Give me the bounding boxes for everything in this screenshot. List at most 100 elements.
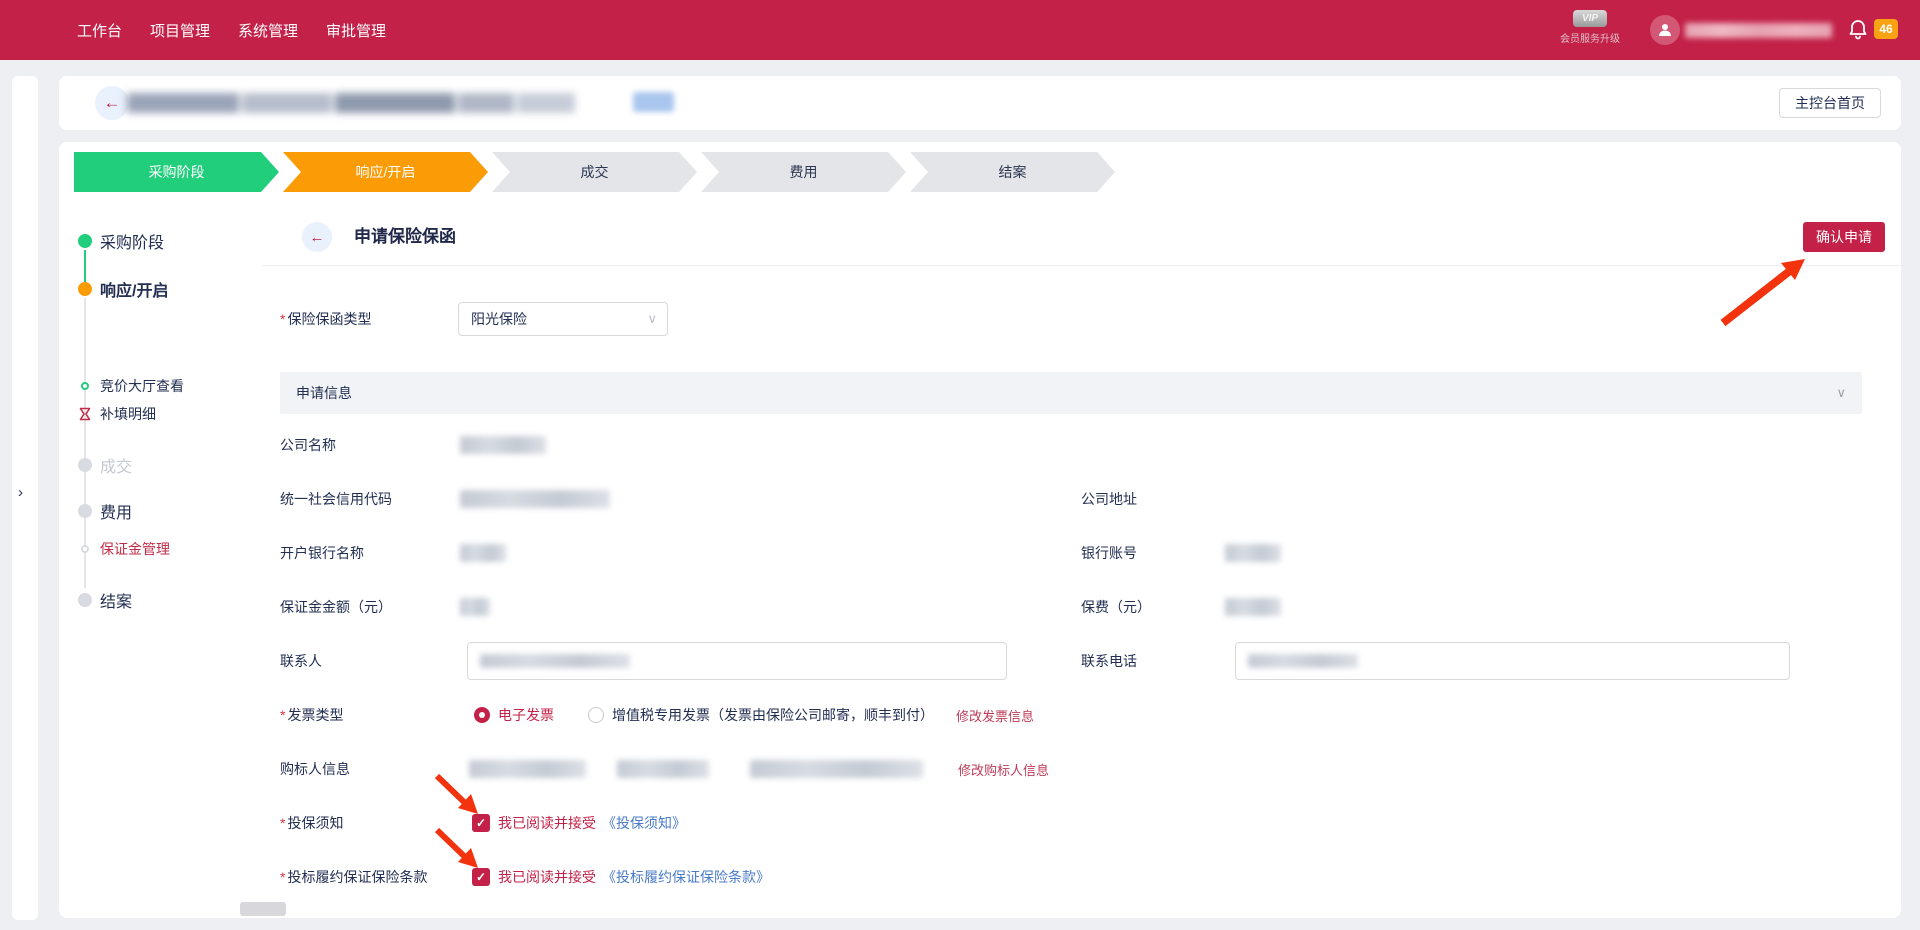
notice-link[interactable]: 《投保须知》 (602, 813, 686, 833)
sidebar-item-closure[interactable]: 结案 (59, 586, 262, 614)
sidebar-item-label: 成交 (100, 453, 132, 477)
content-card: 采购阶段 响应/开启 成交 费用 结案 采购阶段 响应/开启 竞价大厅查看 补填… (59, 142, 1901, 918)
check-icon: ✓ (476, 870, 486, 884)
contact-label: 联系人 (280, 634, 460, 688)
nav-item-project-mgmt[interactable]: 项目管理 (150, 20, 210, 41)
sidebar-item-procurement[interactable]: 采购阶段 (59, 227, 262, 255)
page-title: 申请保险保函 (354, 208, 456, 266)
user-avatar[interactable] (1650, 15, 1680, 45)
sidebar-item-fees[interactable]: 费用 (59, 497, 262, 525)
radio-electronic-invoice[interactable] (474, 707, 490, 723)
required-mark: * (280, 869, 285, 885)
premium-label: 保费（元） (1081, 580, 1225, 634)
sidebar-item-label: 竞价大厅查看 (100, 376, 184, 396)
section-header-apply-info[interactable]: 申请信息 ∨ (280, 372, 1862, 414)
contact-value-redacted (480, 654, 630, 668)
credit-code-value-redacted (460, 490, 610, 508)
row-contact: 联系人 联系电话 (262, 634, 1901, 688)
sidebar-item-deal[interactable]: 成交 (59, 451, 262, 479)
row-buyer-info: 购标人信息 修改购标人信息 (262, 742, 1901, 796)
select-value: 阳光保险 (471, 311, 527, 327)
contact-phone-label: 联系电话 (1081, 634, 1225, 688)
invoice-type-label: *发票类型 (280, 688, 460, 742)
hourglass-icon (78, 407, 92, 421)
ring-icon (81, 382, 89, 390)
nav-item-workbench[interactable]: 工作台 (77, 20, 122, 41)
company-name-label: 公司名称 (280, 418, 460, 472)
contact-phone-input[interactable] (1235, 642, 1790, 680)
notice-checkbox[interactable]: ✓ (472, 814, 490, 832)
back-icon[interactable]: ← (95, 86, 129, 120)
user-icon (1657, 22, 1673, 38)
dot-icon (78, 234, 92, 248)
bank-name-label: 开户银行名称 (280, 526, 460, 580)
confirm-apply-button[interactable]: 确认申请 (1803, 222, 1885, 252)
buyer-info-label: 购标人信息 (280, 742, 460, 796)
notification-count-badge: 46 (1874, 19, 1898, 39)
row-credit-code: 统一社会信用代码 公司地址 (262, 472, 1901, 526)
contact-phone-value-redacted (1248, 654, 1358, 668)
step-procurement[interactable]: 采购阶段 (74, 152, 279, 192)
sidebar-item-label: 响应/开启 (100, 277, 168, 301)
contact-input[interactable] (467, 642, 1007, 680)
sidebar-item-label: 费用 (100, 499, 132, 523)
row-insurance-notice: *投保须知 ✓ 我已阅读并接受 《投保须知》 (262, 796, 1901, 850)
nav-menu: 工作台 项目管理 系统管理 审批管理 (0, 20, 386, 41)
main-panel: ← 申请保险保函 确认申请 *保险保函类型 阳光保险 ∨ 申请信息 ∨ 公司名称 (262, 142, 1901, 918)
row-bank-name: 开户银行名称 银行账号 (262, 526, 1901, 580)
sidebar-item-label: 采购阶段 (100, 229, 164, 253)
console-home-button[interactable]: 主控台首页 (1779, 88, 1881, 118)
radio-vat-invoice[interactable] (588, 707, 604, 723)
buyer-name-redacted (469, 760, 586, 778)
sidebar-item-label: 结案 (100, 588, 132, 612)
back-icon[interactable]: ← (302, 222, 332, 252)
guarantee-type-select[interactable]: 阳光保险 ∨ (458, 302, 668, 336)
sidebar-item-response-open[interactable]: 响应/开启 (59, 275, 262, 303)
sidebar-item-label: 补填明细 (100, 404, 156, 424)
vip-upgrade[interactable]: VIP 会员服务升级 (1550, 8, 1630, 45)
premium-value-redacted (1225, 598, 1281, 616)
terms-link[interactable]: 《投标履约保证保险条款》 (602, 867, 770, 887)
bank-name-value-redacted (460, 544, 506, 562)
sidebar-item-fill-details[interactable]: 补填明细 (59, 402, 262, 426)
deposit-amount-value-redacted (460, 598, 490, 616)
dot-icon (78, 504, 92, 518)
section-title: 申请信息 (296, 385, 352, 401)
agree-text: 我已阅读并接受 (498, 813, 596, 833)
check-icon: ✓ (476, 816, 486, 830)
ring-icon (81, 545, 89, 553)
vip-icon: VIP (1573, 10, 1607, 27)
guarantee-type-label: *保险保函类型 (280, 302, 371, 336)
agree-text: 我已阅读并接受 (498, 867, 596, 887)
vip-caption: 会员服务升级 (1550, 30, 1630, 45)
radio-vat-invoice-label[interactable]: 增值税专用发票（发票由保险公司邮寄，顺丰到付） (612, 705, 934, 725)
sidebar-item-bidding-hall[interactable]: 竞价大厅查看 (59, 374, 262, 398)
buyer-id-redacted (750, 760, 923, 778)
sidebar-item-label: 保证金管理 (100, 539, 170, 559)
nav-item-system-mgmt[interactable]: 系统管理 (238, 20, 298, 41)
buyer-phone-redacted (617, 760, 709, 778)
bank-account-label: 银行账号 (1081, 526, 1225, 580)
performance-terms-label: *投标履约保证保险条款 (280, 850, 460, 904)
terms-checkbox[interactable]: ✓ (472, 868, 490, 886)
row-deposit-amount: 保证金金额（元） 保费（元） (262, 580, 1901, 634)
status-chip-redacted (633, 92, 674, 112)
company-address-label: 公司地址 (1081, 472, 1225, 526)
nav-item-approval-mgmt[interactable]: 审批管理 (326, 20, 386, 41)
edit-buyer-info-link[interactable]: 修改购标人信息 (958, 760, 1049, 779)
sidebar-item-deposit-mgmt[interactable]: 保证金管理 (59, 537, 262, 561)
project-title-redacted (127, 93, 575, 113)
page-header-card: ← 主控台首页 (59, 76, 1901, 130)
dot-icon (78, 282, 92, 296)
bell-icon[interactable] (1846, 18, 1870, 42)
required-mark: * (280, 707, 285, 723)
radio-electronic-invoice-label[interactable]: 电子发票 (498, 705, 554, 725)
collapse-rail: › (12, 76, 38, 920)
chevron-down-icon: ∨ (647, 303, 657, 335)
insurance-notice-label: *投保须知 (280, 796, 460, 850)
chevron-right-icon[interactable]: › (18, 484, 23, 501)
edit-invoice-info-link[interactable]: 修改发票信息 (956, 706, 1034, 725)
dot-icon (78, 458, 92, 472)
chevron-down-icon: ∨ (1836, 372, 1846, 414)
horizontal-scrollbar-thumb[interactable] (240, 902, 286, 916)
